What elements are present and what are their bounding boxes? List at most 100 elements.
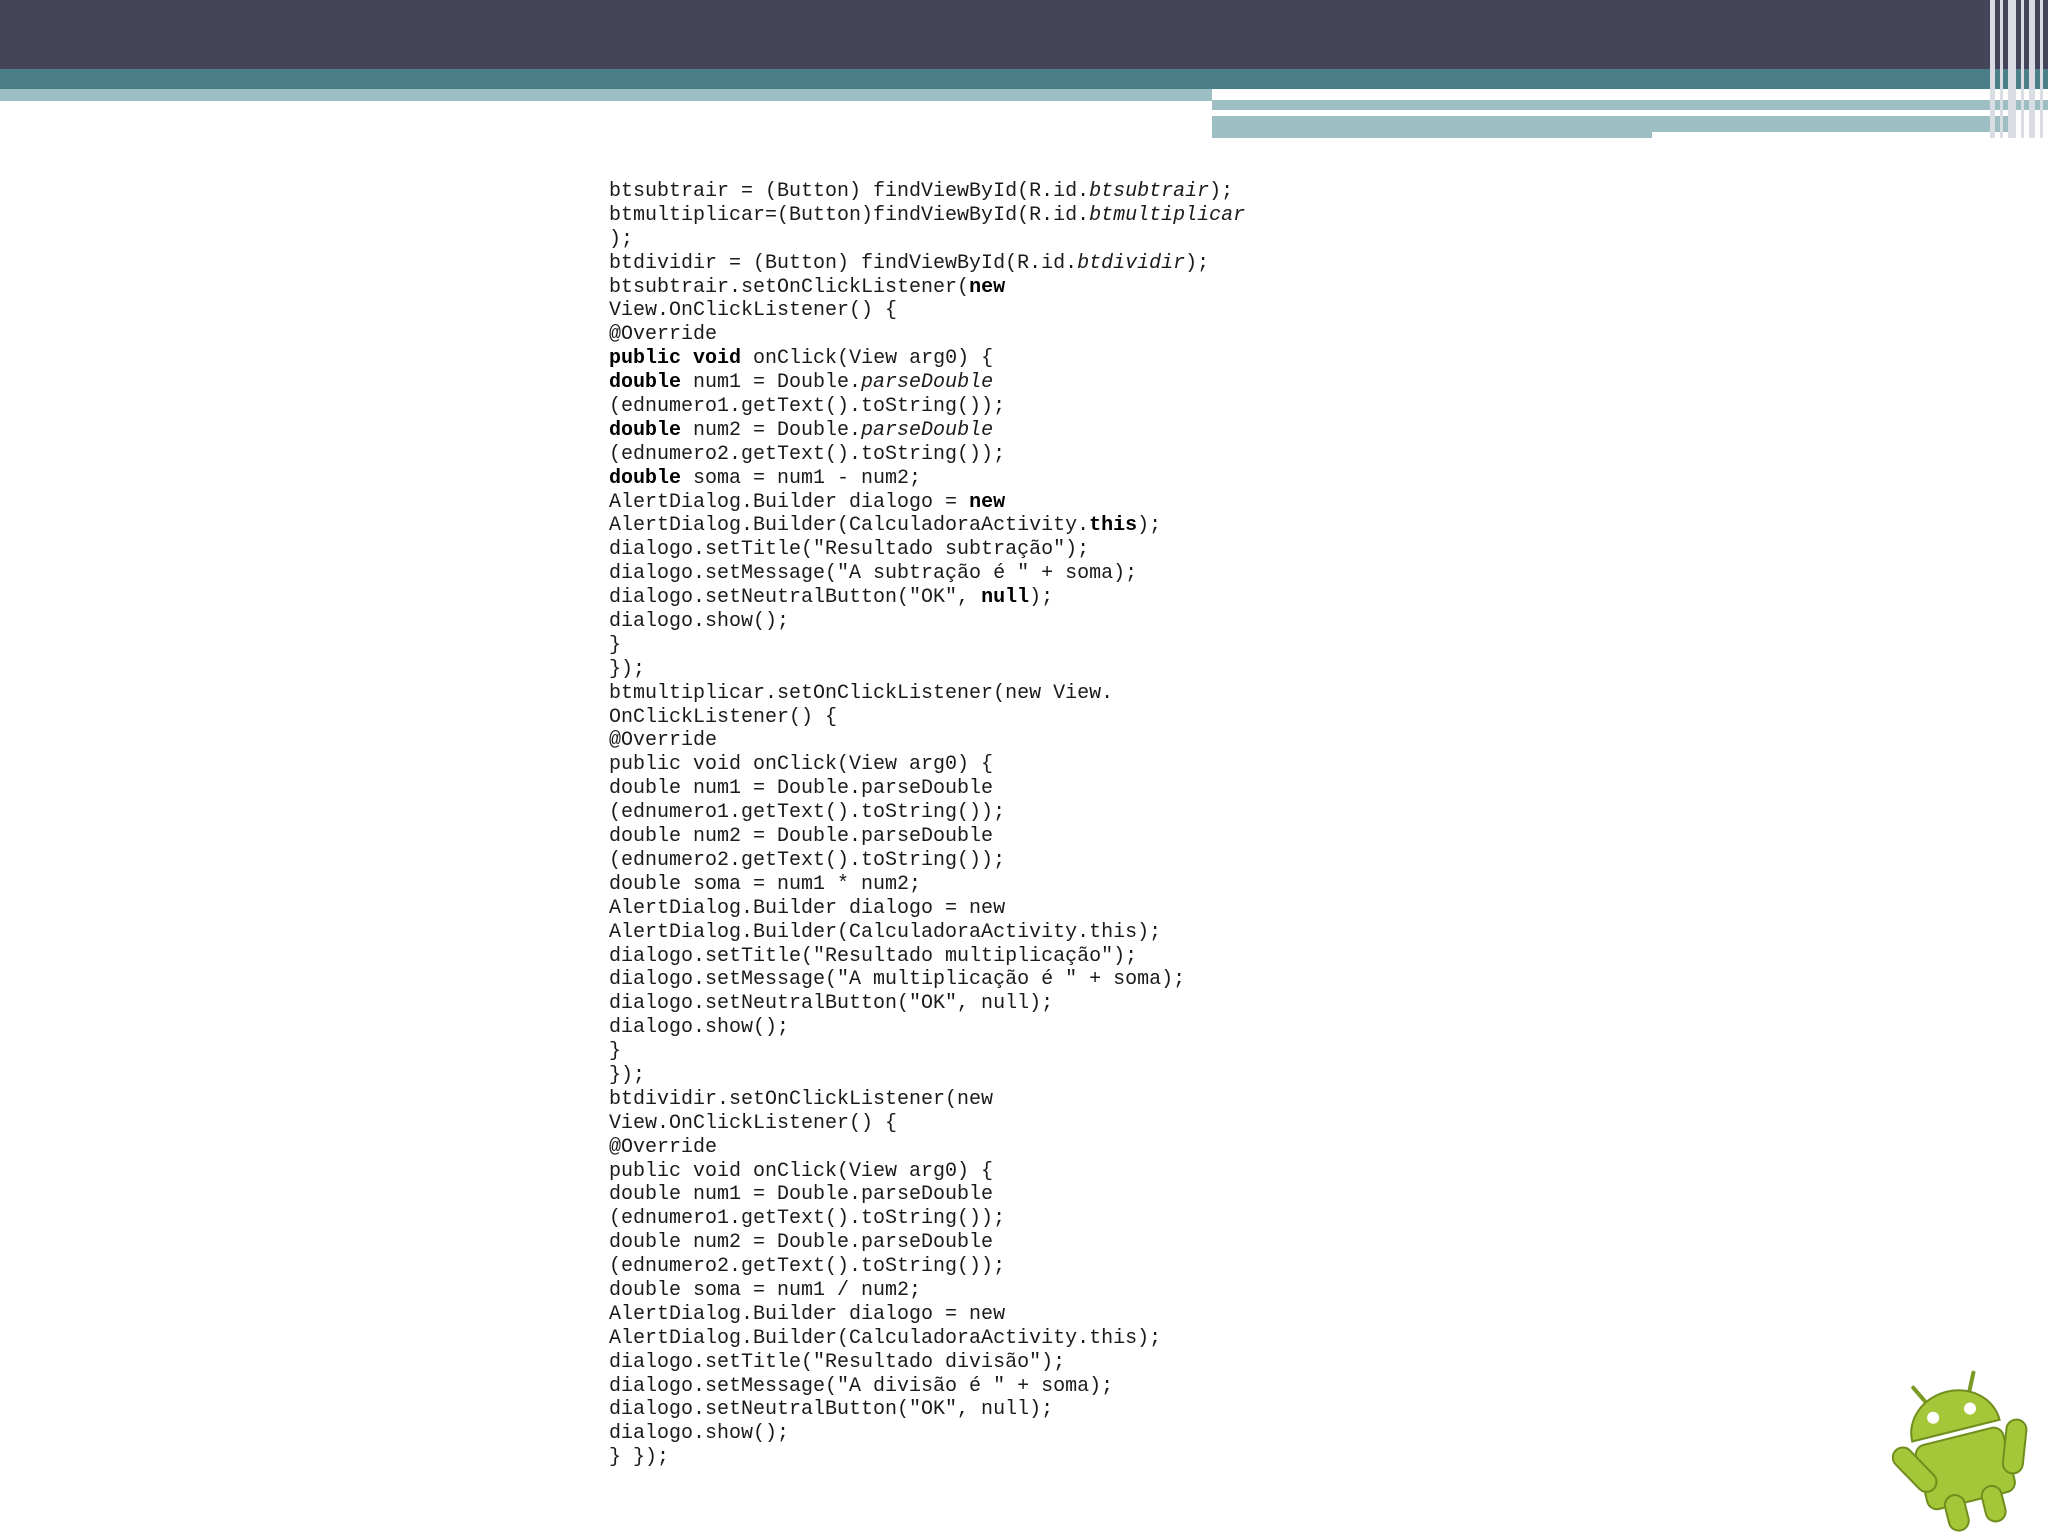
code-line: double soma = num1 - num2; — [609, 467, 1329, 491]
code-token: this — [1089, 514, 1138, 538]
code-line: }); — [609, 658, 1329, 682]
code-token: } }); — [609, 1446, 670, 1470]
code-line: @Override — [609, 323, 1329, 347]
code-token: onClick(View arg0) { — [741, 347, 994, 371]
code-token: soma = num1 - num2; — [681, 466, 922, 490]
code-line: @Override — [609, 729, 1329, 753]
header-light-band-right-upper — [1212, 100, 2048, 110]
code-token: @Override — [609, 1135, 718, 1159]
code-token: num2 = Double. — [681, 418, 862, 442]
code-token: AlertDialog.Builder(CalculadoraActivity.… — [609, 920, 1162, 944]
code-line: dialogo.setMessage("A multiplicação é " … — [609, 968, 1329, 992]
code-line: dialogo.setMessage("A divisão é " + soma… — [609, 1375, 1329, 1399]
code-line: View.OnClickListener() { — [609, 299, 1329, 323]
code-token: public void onClick(View arg0) { — [609, 753, 994, 777]
code-token: dialogo.setNeutralButton("OK", null); — [609, 1398, 1054, 1422]
code-token: btmultiplicar=(Button)findViewById(R.id. — [609, 203, 1090, 227]
code-line: public void onClick(View arg0) { — [609, 753, 1329, 777]
code-line: dialogo.setNeutralButton("OK", null); — [609, 1398, 1329, 1422]
slide: btsubtrair = (Button) findViewById(R.id.… — [0, 0, 2048, 1536]
code-token: public void onClick(View arg0) { — [609, 1159, 994, 1183]
code-line: AlertDialog.Builder dialogo = new — [609, 1303, 1329, 1327]
code-line: btmultiplicar=(Button)findViewById(R.id.… — [609, 204, 1329, 228]
code-line: double num1 = Double.parseDouble — [609, 1183, 1329, 1207]
code-line: btmultiplicar.setOnClickListener(new Vie… — [609, 682, 1329, 706]
header-light-band-right-lower — [1212, 132, 1652, 138]
code-token: num1 = Double. — [681, 371, 862, 395]
code-token: @Override — [609, 729, 718, 753]
code-token: null — [981, 586, 1030, 610]
code-line: } — [609, 634, 1329, 658]
code-line: OnClickListener() { — [609, 706, 1329, 730]
code-token: ); — [1209, 180, 1234, 203]
code-line: (ednumero2.getText().toString()); — [609, 443, 1329, 467]
code-line: public void onClick(View arg0) { — [609, 347, 1329, 371]
code-line: double num1 = Double.parseDouble — [609, 371, 1329, 395]
code-token: dialogo.setNeutralButton("OK", null); — [609, 992, 1054, 1016]
code-line: AlertDialog.Builder(CalculadoraActivity.… — [609, 921, 1329, 945]
code-token: btdividir — [1077, 251, 1186, 275]
code-token: dialogo.setNeutralButton("OK", — [609, 586, 982, 610]
code-token: double — [609, 466, 682, 490]
code-token: @Override — [609, 323, 718, 347]
code-token: new — [969, 490, 1006, 514]
code-token: double num1 = Double.parseDouble — [609, 1183, 994, 1207]
code-token: parseDouble — [861, 371, 994, 395]
code-line: ); — [609, 228, 1329, 252]
code-token: parseDouble — [861, 418, 994, 442]
code-line: (ednumero2.getText().toString()); — [609, 1255, 1329, 1279]
code-line: dialogo.setTitle("Resultado subtração"); — [609, 538, 1329, 562]
code-token: AlertDialog.Builder dialogo = new — [609, 896, 1006, 920]
header-dark-band — [0, 0, 2048, 69]
code-line: AlertDialog.Builder dialogo = new — [609, 897, 1329, 921]
code-token: btdividir.setOnClickListener(new — [609, 1087, 994, 1111]
code-token: dialogo.setTitle("Resultado subtração"); — [609, 538, 1090, 562]
code-token: (ednumero1.getText().toString()); — [609, 801, 1006, 825]
code-token: AlertDialog.Builder(CalculadoraActivity.… — [609, 1326, 1162, 1350]
code-line: btsubtrair = (Button) findViewById(R.id.… — [609, 180, 1329, 204]
android-robot-icon — [1891, 1370, 2028, 1532]
code-token: dialogo.show(); — [609, 610, 790, 634]
code-token: (ednumero1.getText().toString()); — [609, 395, 1006, 419]
code-token: (ednumero2.getText().toString()); — [609, 442, 1006, 466]
code-token: void — [693, 347, 742, 371]
code-token: ); — [1137, 514, 1162, 538]
code-line: dialogo.show(); — [609, 1422, 1329, 1446]
code-token: dialogo.setTitle("Resultado divisão"); — [609, 1350, 1066, 1374]
code-line: @Override — [609, 1136, 1329, 1160]
code-line: } — [609, 1040, 1329, 1064]
code-line: (ednumero1.getText().toString()); — [609, 395, 1329, 419]
code-line: (ednumero2.getText().toString()); — [609, 849, 1329, 873]
code-token: dialogo.show(); — [609, 1016, 790, 1040]
code-line: (ednumero1.getText().toString()); — [609, 801, 1329, 825]
code-token: btsubtrair.setOnClickListener( — [609, 275, 970, 299]
code-line: } }); — [609, 1446, 1329, 1470]
code-token: double num2 = Double.parseDouble — [609, 825, 994, 849]
code-line: dialogo.show(); — [609, 1016, 1329, 1040]
code-token: public — [609, 347, 682, 371]
code-line: AlertDialog.Builder(CalculadoraActivity.… — [609, 1327, 1329, 1351]
code-token: } — [609, 633, 622, 657]
code-token: AlertDialog.Builder dialogo = new — [609, 1302, 1006, 1326]
code-line: double num2 = Double.parseDouble — [609, 825, 1329, 849]
code-token: double — [609, 371, 682, 395]
code-token: OnClickListener() { — [609, 705, 838, 729]
code-token: dialogo.setMessage("A divisão é " + soma… — [609, 1374, 1114, 1398]
code-token: btmultiplicar — [1089, 203, 1246, 227]
code-line: dialogo.setMessage("A subtração é " + so… — [609, 562, 1329, 586]
code-token: dialogo.setMessage("A subtração é " + so… — [609, 562, 1138, 586]
code-line: btdividir.setOnClickListener(new — [609, 1088, 1329, 1112]
code-token: dialogo.show(); — [609, 1422, 790, 1446]
code-line: btsubtrair.setOnClickListener(new — [609, 276, 1329, 300]
code-token: dialogo.setMessage("A multiplicação é " … — [609, 968, 1186, 992]
code-line: AlertDialog.Builder dialogo = new — [609, 491, 1329, 515]
code-token: }); — [609, 1063, 646, 1087]
code-line: (ednumero1.getText().toString()); — [609, 1207, 1329, 1231]
code-token: btdividir = (Button) findViewById(R.id. — [609, 251, 1078, 275]
code-token: (ednumero2.getText().toString()); — [609, 1255, 1006, 1279]
code-token: AlertDialog.Builder(CalculadoraActivity. — [609, 514, 1090, 538]
code-block: btsubtrair = (Button) findViewById(R.id.… — [609, 180, 1329, 1470]
code-token: ); — [1185, 251, 1210, 275]
code-token: double num1 = Double.parseDouble — [609, 777, 994, 801]
